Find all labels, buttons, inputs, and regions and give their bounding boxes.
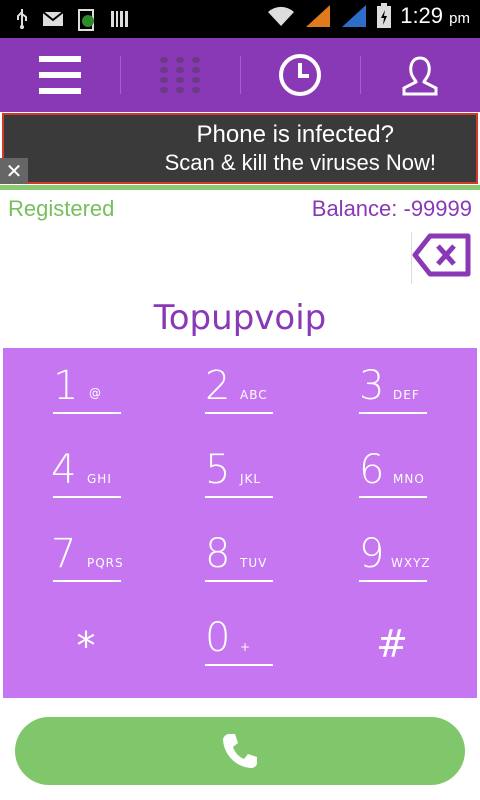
clock-time: 1:29 bbox=[400, 3, 444, 28]
key-digit: 1 bbox=[53, 363, 79, 409]
phone-icon bbox=[223, 734, 257, 768]
key-hash[interactable]: # bbox=[319, 600, 477, 684]
key-symbol: * bbox=[76, 624, 96, 668]
key-star[interactable]: * bbox=[3, 600, 161, 684]
contacts-tab[interactable] bbox=[360, 38, 480, 112]
backspace-button[interactable] bbox=[412, 232, 472, 282]
key-underline bbox=[359, 496, 427, 498]
key-underline bbox=[205, 664, 273, 666]
battery-app-icon bbox=[78, 9, 94, 31]
key-letters: + bbox=[240, 640, 252, 654]
key-underline bbox=[205, 580, 273, 582]
key-digit: 9 bbox=[359, 531, 385, 577]
key-6[interactable]: 6 MNO bbox=[319, 432, 477, 516]
ad-content[interactable]: Phone is infected? Scan & kill the virus… bbox=[2, 113, 478, 184]
ad-headline: Phone is infected? bbox=[196, 121, 394, 148]
key-letters: ABC bbox=[240, 388, 268, 402]
brand-title: Topupvoip bbox=[153, 298, 327, 338]
ad-close-button[interactable]: ✕ bbox=[0, 158, 28, 184]
key-1[interactable]: 1 @ bbox=[3, 348, 161, 432]
hamburger-icon bbox=[39, 56, 81, 94]
key-4[interactable]: 4 GHI bbox=[3, 432, 161, 516]
dialpad-icon bbox=[160, 57, 200, 93]
key-underline bbox=[359, 412, 427, 414]
signal-icon-2 bbox=[342, 5, 367, 27]
key-underline bbox=[53, 496, 121, 498]
key-5[interactable]: 5 JKL bbox=[161, 432, 319, 516]
registration-status: Registered bbox=[8, 196, 115, 221]
balance-label: Balance: -99999 bbox=[311, 196, 472, 221]
key-digit: 8 bbox=[205, 531, 231, 577]
key-letters: @ bbox=[89, 386, 102, 400]
key-2[interactable]: 2 ABC bbox=[161, 348, 319, 432]
barcode-icon bbox=[111, 11, 128, 27]
key-letters: PQRS bbox=[87, 556, 124, 570]
key-7[interactable]: 7 PQRS bbox=[3, 516, 161, 600]
usb-icon bbox=[17, 9, 27, 29]
key-digit: 4 bbox=[51, 447, 77, 493]
notification-icons bbox=[14, 7, 130, 31]
clock: 1:29 pm bbox=[400, 3, 470, 29]
account-status-row: Registered Balance: -99999 bbox=[0, 192, 480, 226]
signal-icon bbox=[306, 5, 331, 27]
key-9[interactable]: 9 WXYZ bbox=[319, 516, 477, 600]
key-underline bbox=[205, 496, 273, 498]
key-0[interactable]: 0 + bbox=[161, 600, 319, 684]
battery-icon bbox=[377, 3, 392, 28]
key-digit: 6 bbox=[359, 447, 385, 493]
mail-icon bbox=[42, 11, 64, 26]
system-icons: 1:29 pm bbox=[266, 3, 470, 29]
key-letters: WXYZ bbox=[391, 556, 431, 570]
contacts-icon bbox=[402, 56, 438, 96]
keypad: 1 @ 2 ABC 3 DEF 4 GHI 5 JKL 6 MNO 7 PQRS… bbox=[3, 348, 477, 698]
key-letters: JKL bbox=[240, 472, 262, 486]
history-tab[interactable] bbox=[240, 38, 360, 112]
key-letters: MNO bbox=[393, 472, 425, 486]
backspace-icon bbox=[412, 233, 471, 277]
call-button[interactable] bbox=[15, 717, 465, 785]
clock-ampm: pm bbox=[449, 10, 470, 27]
wifi-icon bbox=[268, 6, 295, 26]
key-digit: 7 bbox=[51, 531, 77, 577]
key-underline bbox=[359, 580, 427, 582]
key-digit: 0 bbox=[205, 615, 231, 661]
key-symbol: # bbox=[376, 622, 408, 666]
key-letters: TUV bbox=[240, 556, 268, 570]
key-underline bbox=[53, 580, 121, 582]
key-digit: 3 bbox=[359, 363, 385, 409]
key-letters: DEF bbox=[393, 388, 420, 402]
key-8[interactable]: 8 TUV bbox=[161, 516, 319, 600]
key-digit: 2 bbox=[205, 363, 231, 409]
dialpad-tab[interactable] bbox=[120, 38, 240, 112]
key-underline bbox=[53, 412, 121, 414]
key-3[interactable]: 3 DEF bbox=[319, 348, 477, 432]
key-underline bbox=[205, 412, 273, 414]
clock-icon bbox=[279, 54, 321, 96]
status-bar: 1:29 pm bbox=[0, 0, 480, 38]
key-letters: GHI bbox=[87, 472, 112, 486]
menu-button[interactable] bbox=[0, 38, 120, 112]
divider bbox=[0, 185, 480, 190]
top-toolbar bbox=[0, 38, 480, 112]
ad-subline: Scan & kill the viruses Now! bbox=[164, 150, 436, 175]
key-digit: 5 bbox=[205, 447, 231, 493]
ad-banner[interactable]: Phone is infected? Scan & kill the virus… bbox=[0, 112, 480, 185]
